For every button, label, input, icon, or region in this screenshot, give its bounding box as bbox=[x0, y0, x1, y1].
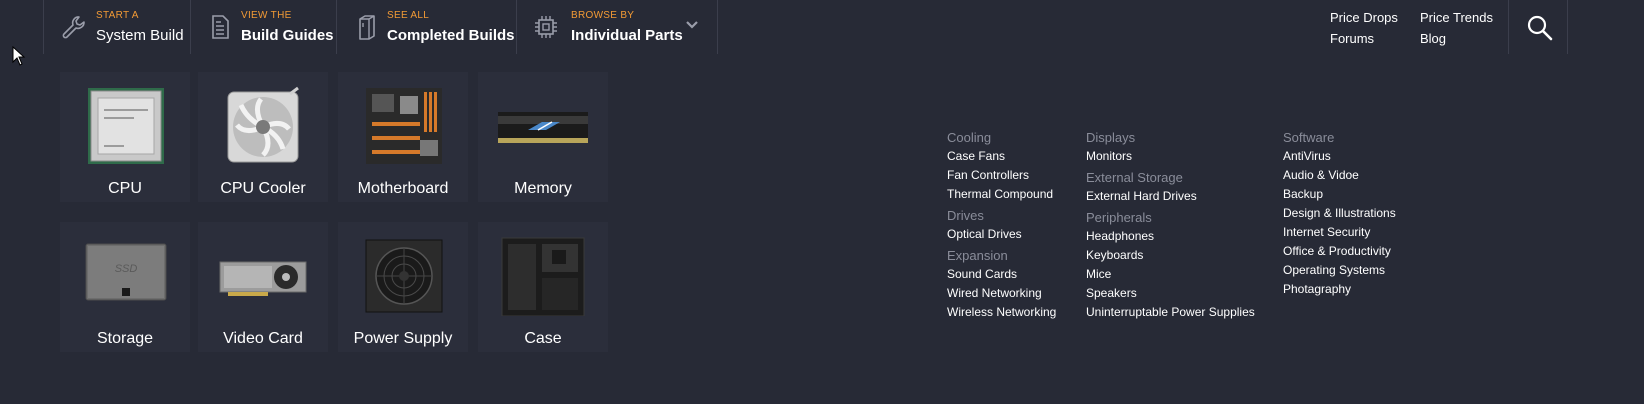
part-tile-case[interactable]: Case bbox=[478, 222, 608, 352]
pc-tower-icon bbox=[359, 15, 375, 40]
nav-completed-builds-kicker: SEE ALL bbox=[387, 10, 430, 21]
cpu-cooler-icon bbox=[227, 86, 299, 163]
top-navigation: START A System Build VIEW THE Build Guid… bbox=[0, 0, 1644, 54]
heading-drives: Drives bbox=[947, 208, 984, 223]
link-mice[interactable]: Mice bbox=[1086, 265, 1255, 284]
motherboard-icon bbox=[366, 88, 442, 164]
power-supply-icon bbox=[365, 239, 443, 313]
chevron-down-icon bbox=[686, 21, 698, 29]
link-internet-security[interactable]: Internet Security bbox=[1283, 223, 1396, 242]
nav-individual-parts-kicker: BROWSE BY bbox=[571, 10, 635, 21]
link-price-trends[interactable]: Price Trends bbox=[1420, 10, 1493, 25]
nav-build-guides-kicker: VIEW THE bbox=[241, 10, 292, 21]
link-price-drops[interactable]: Price Drops bbox=[1330, 10, 1398, 25]
heading-expansion: Expansion bbox=[947, 248, 1008, 263]
part-label-memory: Memory bbox=[514, 180, 572, 197]
part-label-case: Case bbox=[524, 330, 562, 347]
part-label-power-supply: Power Supply bbox=[353, 330, 453, 347]
search-button[interactable] bbox=[1508, 0, 1568, 54]
link-external-hard-drives[interactable]: External Hard Drives bbox=[1086, 187, 1255, 206]
nav-build-guides[interactable]: VIEW THE Build Guides bbox=[190, 0, 336, 54]
link-monitors[interactable]: Monitors bbox=[1086, 147, 1255, 166]
part-label-video-card: Video Card bbox=[223, 330, 303, 347]
part-label-motherboard: Motherboard bbox=[357, 180, 449, 197]
link-antivirus[interactable]: AntiVirus bbox=[1283, 147, 1396, 166]
search-icon bbox=[1527, 15, 1553, 41]
link-sound-cards[interactable]: Sound Cards bbox=[947, 265, 1056, 284]
cpu-icon bbox=[88, 88, 164, 164]
link-forums[interactable]: Forums bbox=[1330, 31, 1374, 46]
part-tile-power-supply[interactable]: Power Supply bbox=[338, 222, 468, 352]
part-tile-cpu[interactable]: CPU bbox=[60, 72, 190, 202]
link-backup[interactable]: Backup bbox=[1283, 185, 1396, 204]
document-icon bbox=[212, 15, 229, 39]
nav-individual-parts-label: Individual Parts bbox=[571, 27, 683, 44]
nav-build-guides-label: Build Guides bbox=[241, 27, 334, 44]
part-tile-video-card[interactable]: Video Card bbox=[198, 222, 328, 352]
link-audio-video[interactable]: Audio & Vidoe bbox=[1283, 166, 1396, 185]
link-office-productivity[interactable]: Office & Productivity bbox=[1283, 242, 1396, 261]
part-label-cpu-cooler: CPU Cooler bbox=[220, 180, 306, 197]
nav-system-build-label: System Build bbox=[96, 27, 184, 44]
heading-displays: Displays bbox=[1086, 130, 1136, 145]
part-tile-cpu-cooler[interactable]: CPU Cooler bbox=[198, 72, 328, 202]
chip-icon bbox=[535, 16, 557, 38]
category-column-3: Software AntiVirus Audio & Vidoe Backup … bbox=[1283, 126, 1396, 299]
part-tile-storage[interactable]: SSD Storage bbox=[60, 222, 190, 352]
nav-completed-builds[interactable]: SEE ALL Completed Builds bbox=[336, 0, 516, 54]
heading-external-storage: External Storage bbox=[1086, 170, 1183, 185]
mouse-cursor-icon bbox=[12, 46, 26, 66]
category-column-1: Cooling Case Fans Fan Controllers Therma… bbox=[947, 126, 1056, 322]
link-speakers[interactable]: Speakers bbox=[1086, 284, 1255, 303]
memory-icon bbox=[498, 112, 588, 143]
nav-completed-builds-label: Completed Builds bbox=[387, 27, 515, 44]
link-headphones[interactable]: Headphones bbox=[1086, 227, 1255, 246]
part-label-storage: Storage bbox=[96, 330, 154, 347]
part-label-cpu: CPU bbox=[108, 180, 142, 197]
link-wired-networking[interactable]: Wired Networking bbox=[947, 284, 1056, 303]
heading-cooling: Cooling bbox=[947, 130, 992, 145]
part-tile-memory[interactable]: Memory bbox=[478, 72, 608, 202]
link-wireless-networking[interactable]: Wireless Networking bbox=[947, 303, 1056, 322]
nav-system-build-kicker: START A bbox=[96, 10, 139, 21]
link-design-illustrations[interactable]: Design & Illustrations bbox=[1283, 204, 1396, 223]
wrench-icon bbox=[62, 16, 85, 39]
nav-individual-parts[interactable]: BROWSE BY Individual Parts bbox=[516, 0, 718, 54]
ssd-text: SSD bbox=[115, 263, 138, 275]
part-tile-motherboard[interactable]: Motherboard bbox=[338, 72, 468, 202]
quick-links: Price Drops Price Trends Forums Blog bbox=[1330, 10, 1520, 50]
link-photography[interactable]: Photagraphy bbox=[1283, 280, 1396, 299]
link-ups[interactable]: Uninterruptable Power Supplies bbox=[1086, 303, 1255, 322]
link-operating-systems[interactable]: Operating Systems bbox=[1283, 261, 1396, 280]
nav-system-build[interactable]: START A System Build bbox=[43, 0, 190, 54]
link-thermal-compound[interactable]: Thermal Compound bbox=[947, 185, 1056, 204]
storage-icon: SSD bbox=[85, 243, 167, 301]
link-keyboards[interactable]: Keyboards bbox=[1086, 246, 1255, 265]
video-card-icon bbox=[219, 261, 307, 296]
link-blog[interactable]: Blog bbox=[1420, 31, 1446, 46]
link-optical-drives[interactable]: Optical Drives bbox=[947, 225, 1056, 244]
link-fan-controllers[interactable]: Fan Controllers bbox=[947, 166, 1056, 185]
link-case-fans[interactable]: Case Fans bbox=[947, 147, 1056, 166]
heading-software: Software bbox=[1283, 130, 1335, 145]
category-column-2: Displays Monitors External Storage Exter… bbox=[1086, 126, 1255, 322]
case-icon bbox=[501, 237, 585, 316]
heading-peripherals: Peripherals bbox=[1086, 210, 1152, 225]
